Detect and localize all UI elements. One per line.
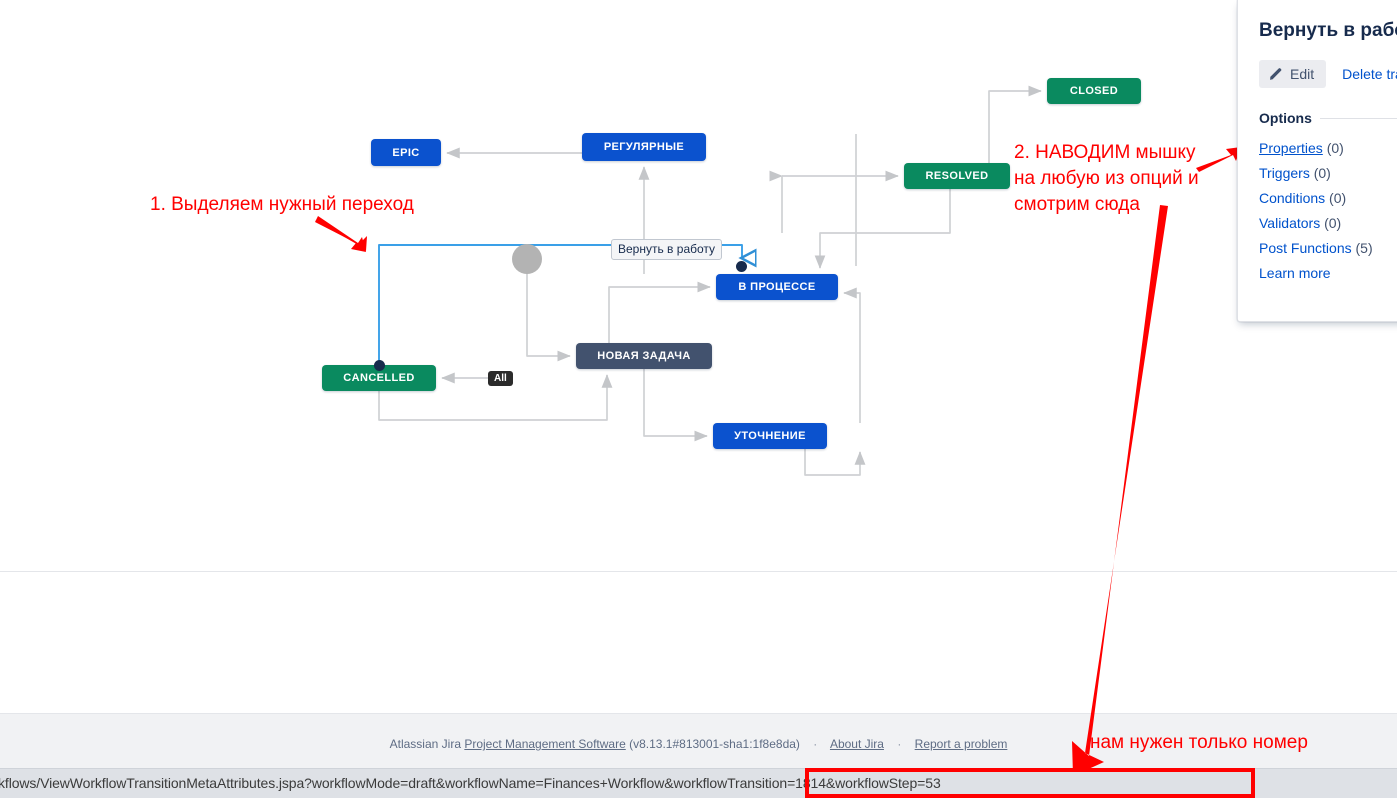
canvas-bottom-divider [0,571,1397,572]
node-label: НОВАЯ ЗАДАЧА [597,350,691,362]
option-conditions[interactable]: Conditions (0) [1259,186,1397,211]
workflow-node-new-task[interactable]: НОВАЯ ЗАДАЧА [576,343,712,369]
panel-actions: Edit Delete transition [1259,60,1397,88]
option-learn-more-link[interactable]: Learn more [1259,265,1331,281]
workflow-node-refine[interactable]: УТОЧНЕНИЕ [713,423,827,449]
footer-separator-2: · [897,737,902,751]
annotation-step-3: нам нужен только номер [1090,732,1308,753]
node-label: РЕГУЛЯРНЫЕ [603,141,685,153]
footer-product-link[interactable]: Project Management Software [464,737,625,751]
footer-prefix: Atlassian Jira [389,737,461,751]
option-properties-link[interactable]: Properties [1259,140,1323,156]
node-label: В ПРОЦЕССЕ [738,281,816,293]
footer-about-link[interactable]: About Jira [830,737,884,751]
transition-label-return-to-work[interactable]: Вернуть в работу [611,239,723,260]
node-label: CLOSED [1069,85,1119,97]
option-properties[interactable]: Properties (0) [1259,136,1397,161]
option-post-functions[interactable]: Post Functions (5) [1259,236,1397,261]
option-post-functions-link[interactable]: Post Functions [1259,240,1352,256]
edit-transition-button[interactable]: Edit [1259,60,1327,88]
transition-details-panel: Вернуть в работу Edit Delete transition … [1237,0,1397,322]
options-list: Properties (0) Triggers (0) Conditions (… [1259,136,1397,286]
options-header: Options [1259,110,1397,126]
transition-badge-all[interactable]: All [488,371,513,386]
transition-endpoint-dot-in-progress[interactable] [736,261,747,272]
options-divider [1319,117,1397,119]
annotation-step-1: 1. Выделяем нужный переход [150,194,414,215]
node-label: УТОЧНЕНИЕ [734,430,806,442]
options-label: Options [1259,110,1312,126]
transition-endpoint-dot-cancelled[interactable] [374,360,385,371]
footer-separator-1: · [813,737,818,751]
option-validators[interactable]: Validators (0) [1259,211,1397,236]
option-conditions-count: (0) [1329,190,1347,206]
workflow-node-regular[interactable]: РЕГУЛЯРНЫЕ [582,133,706,161]
workflow-canvas[interactable]: EPIC РЕГУЛЯРНЫЕ CLOSED RESOLVED В ПРОЦЕС… [0,0,1397,572]
option-learn-more[interactable]: Learn more [1259,261,1397,286]
panel-title: Вернуть в работу [1259,20,1397,41]
delete-transition-link[interactable]: Delete transition [1342,66,1397,82]
footer-report-link[interactable]: Report a problem [915,737,1008,751]
option-validators-count: (0) [1324,215,1342,231]
pencil-icon [1269,67,1283,81]
workflow-node-closed[interactable]: CLOSED [1047,78,1141,104]
option-triggers-count: (0) [1313,165,1331,181]
annotation-step-2: 2. НАВОДИМ мышку на любую из опций и смо… [1014,142,1199,215]
workflow-node-epic[interactable]: EPIC [371,139,441,166]
footer-version: (v8.13.1#813001-sha1:1f8e8da) [629,737,800,751]
workflow-diagram-edges [378,85,1042,476]
option-post-functions-count: (5) [1355,240,1373,256]
node-label: RESOLVED [925,170,989,182]
initial-state-circle[interactable] [512,244,542,274]
option-triggers-link[interactable]: Triggers [1259,165,1310,181]
status-bar-url: kflows/ViewWorkflowTransitionMetaAttribu… [0,775,941,791]
url-highlight-rectangle [805,768,1255,798]
node-label: CANCELLED [343,372,415,384]
node-label: EPIC [392,146,420,159]
option-properties-count: (0) [1326,140,1344,156]
workflow-node-in-progress[interactable]: В ПРОЦЕССЕ [716,274,838,300]
option-validators-link[interactable]: Validators [1259,215,1320,231]
edit-button-label: Edit [1290,66,1315,82]
option-conditions-link[interactable]: Conditions [1259,190,1325,206]
option-triggers[interactable]: Triggers (0) [1259,161,1397,186]
workflow-node-resolved[interactable]: RESOLVED [904,163,1010,189]
app-root: EPIC РЕГУЛЯРНЫЕ CLOSED RESOLVED В ПРОЦЕС… [0,0,1397,798]
